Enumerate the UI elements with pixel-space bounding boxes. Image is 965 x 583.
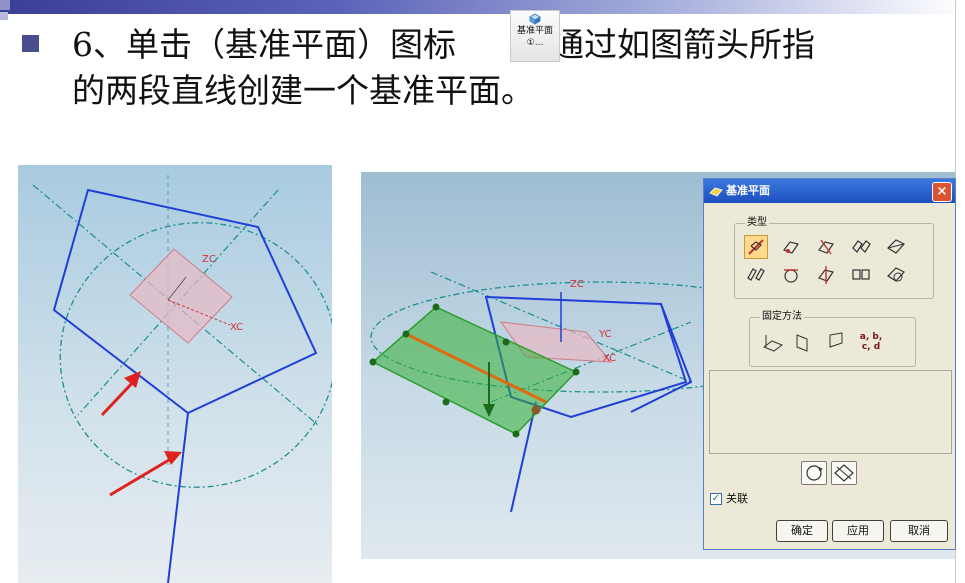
axis-label-zc: ZC xyxy=(202,254,216,265)
decor-square xyxy=(0,12,8,20)
axis-label-xc: XC xyxy=(603,353,617,364)
yc-xc-plane-icon[interactable] xyxy=(761,330,785,354)
decor-square xyxy=(0,0,10,10)
datum-plane-toolbar-button[interactable]: 基准平面 ①... xyxy=(510,10,560,62)
axis-label-zc: ZC xyxy=(570,279,584,290)
bullet-square-icon xyxy=(22,35,39,52)
at-distance-icon[interactable] xyxy=(814,235,838,259)
close-icon[interactable]: × xyxy=(932,182,952,202)
apply-button[interactable]: 应用 xyxy=(832,520,884,542)
instruction-line-1: 6、单击（基准平面）图标 ，通过如图箭头所指 xyxy=(72,22,815,68)
on-curve-icon[interactable] xyxy=(849,263,873,287)
zc-yc-plane-icon[interactable] xyxy=(823,330,847,354)
offset-icon[interactable] xyxy=(744,263,768,287)
cycle-solutions-icon[interactable] xyxy=(801,461,827,485)
abcd-icon[interactable]: a, b, c, d xyxy=(854,330,894,354)
instruction-text-b: ，通过如图箭头所指 xyxy=(518,25,815,64)
inferred-type-icon[interactable] xyxy=(744,235,768,259)
dialog-title: 基准平面 xyxy=(726,184,770,197)
cancel-button[interactable]: 取消 xyxy=(890,520,948,542)
reverse-normal-icon[interactable] xyxy=(831,461,857,485)
type-group-label: 类型 xyxy=(745,217,769,228)
bisector-icon[interactable] xyxy=(849,235,873,259)
fixed-method-label: 固定方法 xyxy=(760,311,804,322)
datum-plane-icon xyxy=(709,187,723,197)
instruction-text-a: 6、单击（基准平面）图标 xyxy=(72,25,456,64)
cube-icon xyxy=(529,13,541,25)
through-object-icon[interactable] xyxy=(814,263,838,287)
sketch-geometry xyxy=(32,175,332,583)
abcd-label: a, b, c, d xyxy=(859,332,883,352)
instruction-line-2: 的两段直线创建一个基准平面。 xyxy=(72,71,534,110)
slide-top-bar xyxy=(0,0,965,20)
datum-plane-dialog: 基准平面 × 类型 固定方法 a, b, c, d ✓ 关联 确定 应用 取消 xyxy=(703,178,956,550)
fixed-plane-icon[interactable] xyxy=(884,235,908,259)
angle-icon[interactable] xyxy=(884,263,908,287)
associative-label: 关联 xyxy=(726,492,748,505)
zc-xc-plane-icon[interactable] xyxy=(792,330,816,354)
dialog-title-bar[interactable]: 基准平面 × xyxy=(704,179,955,203)
toolbar-button-sublabel: ①... xyxy=(526,38,544,48)
associative-checkbox[interactable]: ✓ xyxy=(710,493,722,505)
toolbar-button-label: 基准平面 xyxy=(516,26,553,36)
graphics-viewport-left[interactable]: ZC XC xyxy=(18,165,332,583)
axis-label-yc: YC xyxy=(599,329,612,340)
tangent-icon[interactable] xyxy=(779,263,803,287)
point-direction-icon[interactable] xyxy=(779,235,803,259)
ok-button[interactable]: 确定 xyxy=(776,520,828,542)
axis-label-xc: XC xyxy=(230,322,244,333)
selection-message-area[interactable] xyxy=(709,370,952,454)
